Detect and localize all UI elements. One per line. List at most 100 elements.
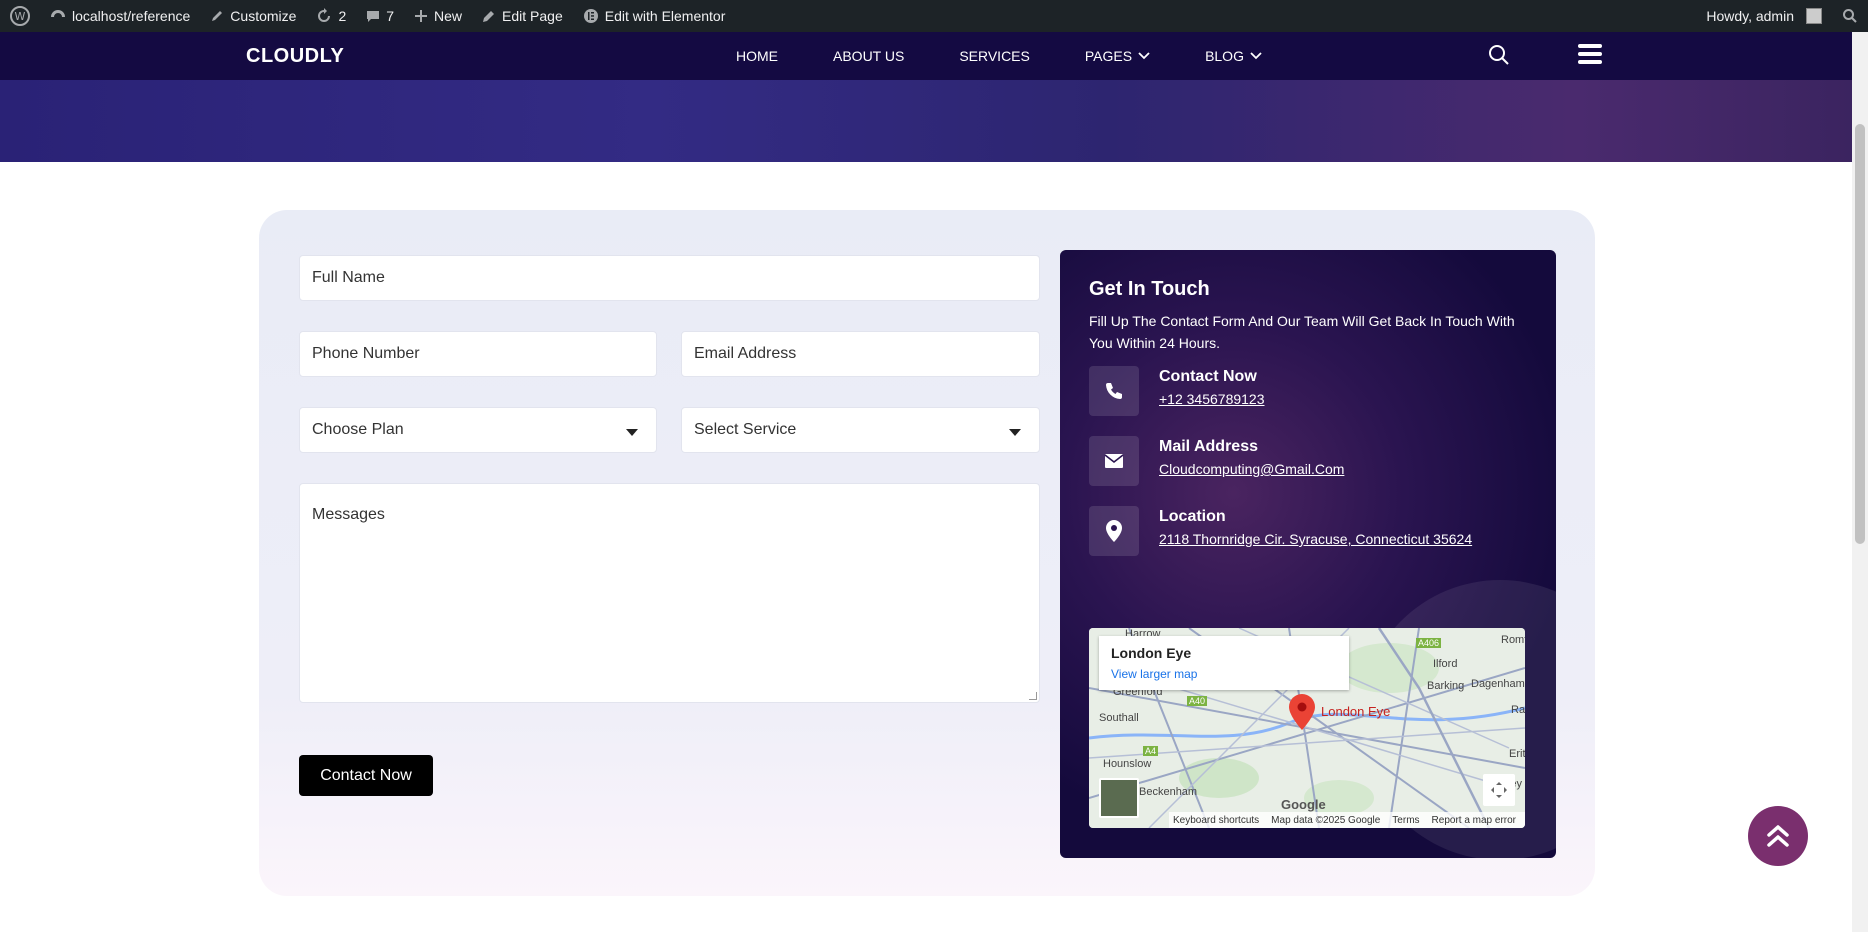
header-search-button[interactable] xyxy=(1488,44,1510,71)
map-footer: Keyboard shortcuts Map data ©2025 Google… xyxy=(1169,812,1525,828)
nav-pages-label: PAGES xyxy=(1084,48,1133,64)
road-badge: A406 xyxy=(1416,638,1442,648)
service-selected: Select Service xyxy=(694,421,797,438)
site-name-label: localhost/reference xyxy=(72,8,191,24)
admin-search-button[interactable] xyxy=(1832,0,1868,32)
search-icon xyxy=(1843,9,1857,23)
site-header: CLOUDLY HOME ABOUT US SERVICES PAGES BLO… xyxy=(0,32,1852,80)
view-larger-map-link[interactable]: View larger map xyxy=(1111,667,1197,681)
dashboard-icon xyxy=(51,10,65,17)
page-scrollbar[interactable] xyxy=(1852,32,1868,932)
site-logo[interactable]: CLOUDLY xyxy=(246,32,344,80)
double-chevron-up-icon xyxy=(1767,825,1789,847)
nav-services-label: SERVICES xyxy=(959,48,1030,64)
edit-page-label: Edit Page xyxy=(502,8,563,24)
map-label: Beckenham xyxy=(1139,786,1198,798)
back-to-top-button[interactable] xyxy=(1748,806,1808,866)
comments-link[interactable]: 7 xyxy=(356,0,404,32)
updates-count: 2 xyxy=(338,8,347,24)
updates-link[interactable]: 2 xyxy=(306,0,356,32)
menu-toggle-button[interactable] xyxy=(1578,44,1602,66)
contact-label: Contact Now xyxy=(1159,368,1257,385)
edit-page-link[interactable]: Edit Page xyxy=(472,0,573,32)
phone-input[interactable]: Phone Number xyxy=(299,331,657,377)
chevron-down-icon xyxy=(1138,52,1150,60)
location-link[interactable]: 2118 Thornridge Cir. Syracuse, Connectic… xyxy=(1159,529,1479,550)
menu-bar xyxy=(1578,52,1602,56)
dropdown-caret-icon xyxy=(1009,429,1021,436)
howdy-label: Howdy, admin xyxy=(1706,8,1794,24)
info-title: Get In Touch xyxy=(1089,278,1210,300)
wp-admin-bar: W localhost/reference Customize 2 7 New … xyxy=(0,0,1868,32)
location-label: Location xyxy=(1159,508,1226,525)
map-label: Romford xyxy=(1501,634,1525,646)
comments-count: 7 xyxy=(386,8,395,24)
wp-logo-icon[interactable]: W xyxy=(0,0,40,32)
plan-selected: Choose Plan xyxy=(312,421,404,438)
map-label: Barking xyxy=(1427,680,1465,692)
messages-placeholder: Messages xyxy=(312,506,385,523)
elementor-label: Edit with Elementor xyxy=(604,8,726,24)
scrollbar-thumb[interactable] xyxy=(1855,124,1865,544)
dropdown-caret-icon xyxy=(626,429,638,436)
new-content-link[interactable]: New xyxy=(404,0,472,32)
envelope-icon xyxy=(1089,436,1139,486)
email-input[interactable]: Email Address xyxy=(681,331,1040,377)
fullscreen-button[interactable] xyxy=(1483,774,1515,806)
service-select[interactable]: Select Service xyxy=(681,407,1040,453)
nav-blog[interactable]: BLOG xyxy=(1205,48,1262,64)
contact-submit-button[interactable]: Contact Now xyxy=(299,755,433,796)
main-nav: HOME ABOUT US SERVICES PAGES BLOG xyxy=(736,32,1317,80)
customize-link[interactable]: Customize xyxy=(200,0,306,32)
contact-row: Contact Now +12 3456789123 xyxy=(1089,366,1529,416)
info-description: Fill Up The Contact Form And Our Team Wi… xyxy=(1089,313,1515,351)
nav-pages[interactable]: PAGES xyxy=(1085,48,1150,64)
terms-link[interactable]: Terms xyxy=(1392,815,1419,826)
pencil-icon xyxy=(483,11,495,22)
nav-services[interactable]: SERVICES xyxy=(959,48,1030,64)
svg-text:W: W xyxy=(15,10,26,23)
map-place-title: London Eye xyxy=(1111,645,1192,661)
phone-icon xyxy=(1089,366,1139,416)
nav-home[interactable]: HOME xyxy=(736,48,778,64)
map-label: Erith xyxy=(1509,748,1525,760)
location-row: Location 2118 Thornridge Cir. Syracuse, … xyxy=(1089,506,1529,566)
account-link[interactable]: Howdy, admin xyxy=(1696,0,1832,32)
messages-textarea[interactable]: Messages xyxy=(299,483,1040,703)
brush-icon xyxy=(212,11,223,21)
plan-select[interactable]: Choose Plan xyxy=(299,407,657,453)
google-map[interactable]: Harrow Greenford Southall Hounslow Becke… xyxy=(1089,628,1525,828)
map-label: Southall xyxy=(1099,712,1139,724)
google-logo: Google xyxy=(1281,797,1326,812)
map-label: Dagenham xyxy=(1471,678,1525,690)
mail-link[interactable]: Cloudcomputing@Gmail.Com xyxy=(1159,459,1479,480)
menu-bar xyxy=(1578,44,1602,48)
nav-about[interactable]: ABOUT US xyxy=(833,48,904,64)
contact-phone-link[interactable]: +12 3456789123 xyxy=(1159,389,1479,410)
resize-handle-icon[interactable] xyxy=(1029,692,1037,700)
map-label: Hounslow xyxy=(1103,758,1152,770)
chevron-down-icon xyxy=(1250,52,1262,60)
map-pin-icon[interactable] xyxy=(1289,694,1315,735)
get-in-touch-panel: Get In Touch Fill Up The Contact Form An… xyxy=(1060,250,1556,858)
map-label: Ilford xyxy=(1433,658,1458,670)
road-badge: A40 xyxy=(1187,696,1208,706)
nav-blog-label: BLOG xyxy=(1205,48,1244,64)
keyboard-shortcuts-link[interactable]: Keyboard shortcuts xyxy=(1173,815,1259,826)
map-place-card: London Eye View larger map xyxy=(1099,636,1349,690)
elementor-link[interactable]: Edit with Elementor xyxy=(573,0,736,32)
mail-row: Mail Address Cloudcomputing@Gmail.Com xyxy=(1089,436,1529,486)
site-name-link[interactable]: localhost/reference xyxy=(40,0,200,32)
map-label: Rainham xyxy=(1511,704,1525,716)
satellite-toggle-button[interactable] xyxy=(1099,778,1139,818)
customize-label: Customize xyxy=(230,8,297,24)
menu-bar xyxy=(1578,60,1602,64)
plus-icon xyxy=(415,10,428,22)
map-pin-icon xyxy=(1089,506,1139,556)
full-name-input[interactable]: Full Name xyxy=(299,255,1040,301)
report-error-link[interactable]: Report a map error xyxy=(1432,815,1516,826)
map-pin-label: London Eye xyxy=(1321,704,1391,719)
hero-banner xyxy=(0,80,1852,162)
elementor-icon xyxy=(583,9,598,23)
new-label: New xyxy=(434,8,463,24)
